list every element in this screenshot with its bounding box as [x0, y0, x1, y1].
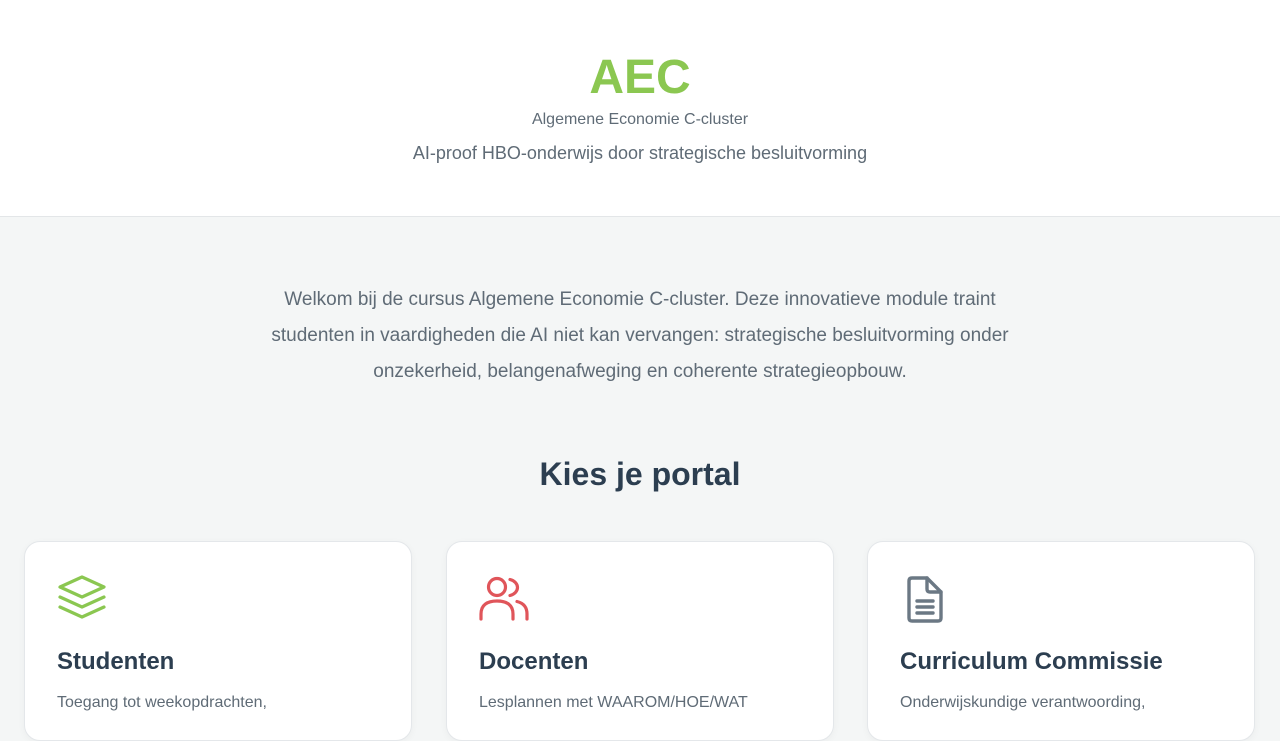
card-description: Lesplannen met WAAROM/HOE/WAT	[479, 694, 748, 711]
portal-section-title: Kies je portal	[539, 456, 741, 492]
tagline: AI-proof HBO-onderwijs door strategische…	[412, 143, 868, 163]
document-icon	[900, 575, 950, 625]
brand-logo-text[interactable]: AEC	[0, 50, 1280, 106]
portal-card-curriculum-commissie[interactable]: Curriculum Commissie Onderwijskundige ve…	[867, 541, 1255, 741]
card-title: Studenten	[57, 648, 175, 675]
card-description: Toegang tot weekopdrachten,	[57, 694, 267, 711]
portal-card-docenten[interactable]: Docenten Lesplannen met WAAROM/HOE/WAT	[446, 541, 834, 741]
users-icon	[479, 575, 529, 625]
portal-card-studenten[interactable]: Studenten Toegang tot weekopdrachten,	[24, 541, 412, 741]
layers-icon	[57, 575, 107, 625]
card-title: Docenten	[479, 648, 589, 675]
site-header: AEC Algemene Economie C-cluster AI-proof…	[0, 0, 1280, 217]
card-description: Onderwijskundige verantwoording,	[900, 694, 1146, 711]
brand-subtitle: Algemene Economie C-cluster	[531, 111, 749, 128]
card-title: Curriculum Commissie	[900, 648, 1163, 675]
intro-text: Welkom bij de cursus Algemene Economie C…	[271, 289, 1009, 382]
